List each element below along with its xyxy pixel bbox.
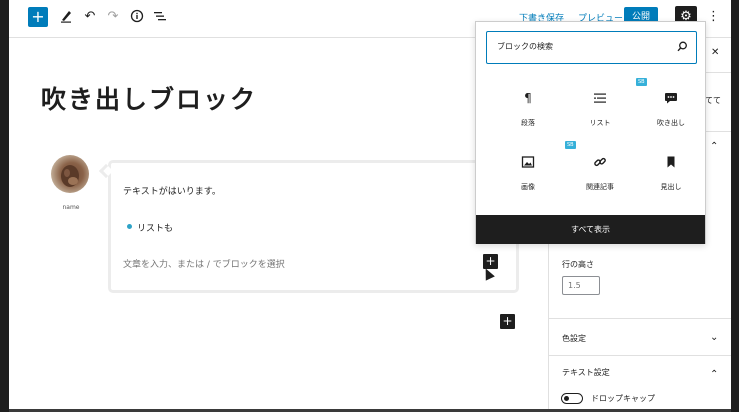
block-search-box[interactable]	[486, 31, 697, 64]
inserter-item-label: 関連記事	[586, 183, 614, 191]
divider	[549, 318, 731, 319]
color-settings-toggle[interactable]: 色設定	[562, 333, 586, 344]
inserter-item-label: 段落	[521, 119, 535, 127]
tools-button[interactable]	[58, 9, 74, 25]
editor-window: + ↶ ↷ 下書き保存 プレビュー 公開 ⚙ ⋮ 吹き出しブロック name テ…	[9, 0, 731, 409]
details-button[interactable]	[129, 9, 145, 25]
block-placeholder[interactable]: 文章を入力、または / でブロックを選択	[123, 257, 285, 270]
line-height-input[interactable]: 1.5	[562, 276, 600, 295]
list-icon	[565, 91, 635, 108]
inserter-item-paragraph[interactable]: ¶ 段落	[493, 91, 563, 141]
more-vertical-icon: ⋮	[707, 9, 720, 24]
drop-cap-toggle[interactable]	[561, 393, 583, 404]
block-search-input[interactable]	[497, 42, 667, 51]
add-block-button[interactable]: +	[28, 7, 48, 27]
undo-icon: ↶	[84, 9, 96, 24]
inserter-item-list[interactable]: リスト	[565, 91, 635, 141]
chevron-up-icon[interactable]: ⌃	[710, 369, 718, 380]
speech-bubble-icon	[636, 91, 706, 108]
avatar	[51, 155, 89, 193]
divider	[549, 355, 731, 356]
chevron-up-icon[interactable]: ⌃	[710, 141, 718, 152]
inserter-item-speech-balloon[interactable]: 吹き出し	[636, 91, 706, 141]
line-height-label: 行の高さ	[562, 260, 594, 269]
avatar-name: name	[62, 204, 80, 211]
balloon-paragraph[interactable]: テキストがはいります。	[123, 184, 221, 197]
plus-icon: +	[502, 314, 513, 328]
avatar-image	[61, 165, 79, 187]
plus-icon: +	[485, 254, 496, 268]
inserter-item-heading[interactable]: 見出し	[636, 155, 706, 205]
plus-icon: +	[31, 7, 45, 26]
block-inserter-popover: ¶ 段落 リスト 吹き出し SB 画像 関連記事	[475, 21, 706, 244]
balloon-list-item[interactable]: リストも	[137, 221, 173, 234]
inserter-item-label: 吹き出し	[657, 119, 685, 127]
inserter-item-label: 画像	[521, 183, 535, 191]
sb-badge: SB	[565, 141, 576, 149]
info-icon	[130, 9, 144, 23]
pilcrow-icon: ¶	[524, 91, 532, 105]
sb-badge: SB	[636, 78, 647, 86]
list-view-icon	[154, 12, 166, 21]
more-button[interactable]: ⋮	[707, 9, 720, 25]
inserter-item-label: リスト	[589, 119, 611, 127]
close-sidebar-button[interactable]: ✕	[711, 47, 719, 58]
inserter-item-related-posts[interactable]: 関連記事	[565, 155, 635, 205]
undo-button[interactable]: ↶	[82, 9, 98, 25]
text-settings-toggle[interactable]: テキスト設定	[562, 367, 610, 378]
pen-icon	[61, 11, 71, 23]
search-icon	[677, 41, 688, 55]
post-title[interactable]: 吹き出しブロック	[41, 80, 257, 116]
redo-button[interactable]: ↷	[105, 9, 121, 25]
bookmark-icon	[636, 155, 706, 172]
browse-all-button[interactable]: すべて表示	[476, 215, 705, 244]
sidebar-text-fragment: てて	[705, 96, 721, 105]
outline-button[interactable]	[152, 9, 168, 25]
append-block-button[interactable]: +	[500, 314, 515, 329]
inserter-item-label: 見出し	[660, 183, 682, 191]
link-icon	[565, 155, 635, 172]
close-icon: ✕	[711, 47, 720, 58]
toggle-knob	[564, 396, 569, 401]
list-bullet	[127, 224, 132, 229]
redo-icon: ↷	[107, 9, 119, 24]
drop-cap-label: ドロップキャップ	[591, 394, 655, 403]
chevron-down-icon[interactable]: ⌄	[710, 332, 718, 343]
image-icon	[493, 155, 563, 172]
inserter-item-image[interactable]: 画像	[493, 155, 563, 205]
